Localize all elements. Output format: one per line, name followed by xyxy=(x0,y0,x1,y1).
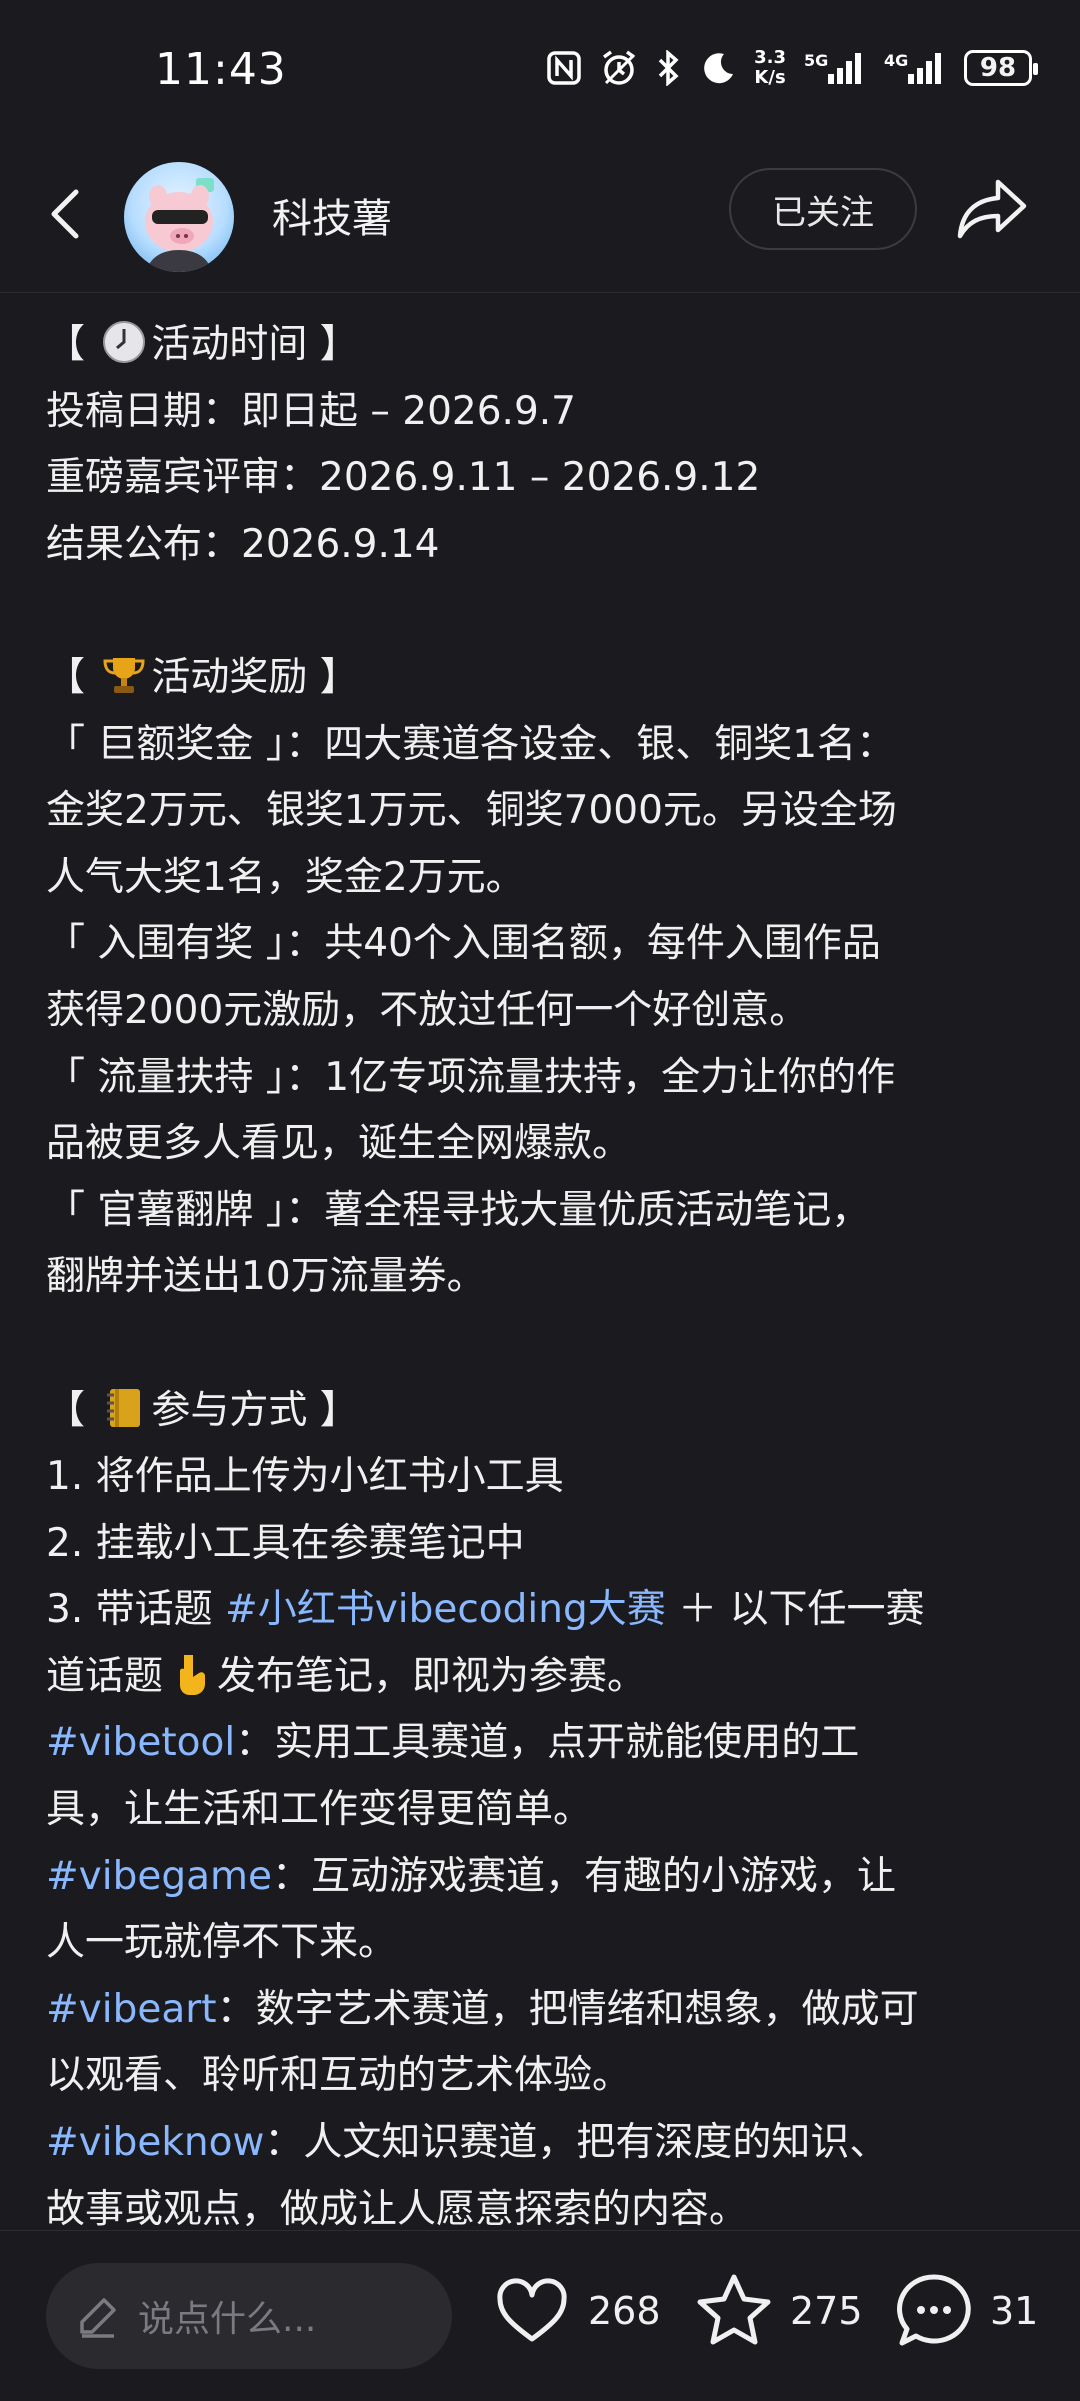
text-line: 金奖2万元、银奖1万元、铜奖7000元。另设全场 xyxy=(46,788,897,834)
pointing-down-icon xyxy=(180,1654,206,1695)
hashtag-link[interactable]: #vibetool xyxy=(46,1720,235,1765)
4g-signal-icon: 4G xyxy=(884,50,946,86)
follow-button[interactable]: 已关注 xyxy=(729,168,917,250)
author-name[interactable]: 科技薯 xyxy=(272,186,392,244)
favorite-count: 275 xyxy=(790,2289,863,2333)
trophy-icon xyxy=(103,657,145,693)
text-line: 重磅嘉宾评审：2026.9.11 – 2026.9.12 xyxy=(46,455,761,501)
track-line: 具，让生活和工作变得更简单。 xyxy=(46,1787,593,1833)
track-desc: ：人文知识赛道，把有深度的知识、 xyxy=(264,2120,889,2166)
bluetooth-icon xyxy=(656,50,682,86)
hashtag-link[interactable]: #vibeart xyxy=(46,1987,217,2032)
like-button[interactable]: 268 xyxy=(492,2271,661,2351)
text-line: 「 入围有奖 」：共40个入围名额，每件入围作品 xyxy=(46,921,881,967)
network-speed-unit: K/s xyxy=(754,67,786,88)
heart-icon xyxy=(497,2278,567,2342)
back-button[interactable] xyxy=(36,182,100,246)
pen-icon xyxy=(80,2298,116,2338)
track-line: #vibeart：数字艺术赛道，把情绪和想象，做成可 xyxy=(46,1977,1036,2044)
5g-label: 5G xyxy=(804,51,828,70)
track-desc: ：互动游戏赛道，有趣的小游戏，让 xyxy=(271,1853,896,1899)
4g-label: 4G xyxy=(884,51,908,70)
track-line: #vibetool：实用工具赛道，点开就能使用的工 xyxy=(46,1710,1036,1777)
network-speed-value: 3.3 xyxy=(754,47,786,68)
text-line: 人气大奖1名，奖金2万元。 xyxy=(46,854,525,900)
step-3-text: 道话题 xyxy=(46,1653,164,1699)
chevron-left-icon xyxy=(51,189,79,239)
note-content: 【 活动时间 】 投稿日期：即日起 – 2026.9.7 重磅嘉宾评审：2026… xyxy=(46,312,1036,2243)
section-heading-rewards: 【 活动奖励 】 xyxy=(46,645,1036,712)
section-heading-join: 【 参与方式 】 xyxy=(46,1378,1036,1445)
comment-button[interactable]: 31 xyxy=(894,2271,1038,2351)
alarm-icon xyxy=(600,49,638,87)
heading-title: 活动时间 】 xyxy=(151,322,359,367)
battery-level: 98 xyxy=(979,53,1017,83)
track-line: 以观看、聆听和互动的艺术体验。 xyxy=(46,2053,632,2099)
star-icon xyxy=(697,2274,771,2345)
hashtag-link[interactable]: #vibegame xyxy=(46,1854,272,1899)
track-desc: ：实用工具赛道，点开就能使用的工 xyxy=(235,1720,860,1766)
step-3: 3. 带话题 #小红书vibecoding大赛 ＋ 以下任一赛 xyxy=(46,1577,1036,1644)
moon-icon xyxy=(700,50,736,86)
bottom-action-bar: 说点什么... 268 275 31 xyxy=(0,2230,1080,2401)
track-line: #vibeknow：人文知识赛道，把有深度的知识、 xyxy=(46,2110,1036,2177)
track-line: #vibegame：互动游戏赛道，有趣的小游戏，让 xyxy=(46,1844,1036,1911)
note-header: 科技薯 已关注 xyxy=(0,150,1080,293)
text-line: 结果公布：2026.9.14 xyxy=(46,521,440,567)
clock-icon xyxy=(103,321,146,363)
like-count: 268 xyxy=(588,2289,661,2333)
nfc-icon xyxy=(546,50,582,86)
comment-input[interactable]: 说点什么... xyxy=(46,2263,452,2369)
comment-bubble-icon xyxy=(897,2274,971,2346)
step-3-prefix: 3. 带话题 xyxy=(46,1587,226,1633)
heading-bracket: 【 xyxy=(46,1387,98,1433)
status-icons: 3.3 K/s 5G 4G 98 xyxy=(546,48,1038,88)
status-time: 11:43 xyxy=(155,44,287,95)
hashtag-link[interactable]: #小红书vibecoding大赛 xyxy=(225,1587,666,1632)
step-3-continued: 道话题 发布笔记，即视为参赛。 xyxy=(46,1644,1036,1711)
heading-bracket: 【 xyxy=(46,322,98,367)
avatar[interactable] xyxy=(124,162,234,272)
notebook-icon xyxy=(107,1388,141,1427)
comment-placeholder: 说点什么... xyxy=(138,2299,317,2340)
step-2: 2. 挂载小工具在参赛笔记中 xyxy=(46,1520,525,1566)
heading-bracket: 【 xyxy=(46,654,98,700)
status-bar: 11:43 3.3 K/s 5G 4G 98 xyxy=(0,0,1080,150)
network-speed: 3.3 K/s xyxy=(754,48,786,88)
text-line: 品被更多人看见，诞生全网爆款。 xyxy=(46,1121,632,1167)
text-line: 获得2000元激励，不放过任何一个好创意。 xyxy=(46,987,809,1033)
heading-title: 活动奖励 】 xyxy=(151,654,359,700)
comment-count: 31 xyxy=(990,2289,1039,2333)
track-desc: ：数字艺术赛道，把情绪和想象，做成可 xyxy=(216,1986,919,2032)
step-3-suffix: ＋ 以下任一赛 xyxy=(665,1587,925,1633)
hashtag-link[interactable]: #vibeknow xyxy=(46,2120,264,2165)
text-line: 「 巨额奖金 」：四大赛道各设金、银、铜奖1名： xyxy=(46,721,896,767)
text-line: 「 流量扶持 」：1亿专项流量扶持，全力让你的作 xyxy=(46,1054,896,1100)
heading-title: 参与方式 】 xyxy=(151,1387,359,1433)
share-button[interactable] xyxy=(956,176,1030,242)
section-heading-time: 【 活动时间 】 xyxy=(46,312,1036,379)
text-line: 「 官薯翻牌 」：薯全程寻找大量优质活动笔记， xyxy=(46,1187,871,1233)
step-3-text: 发布笔记，即视为参赛。 xyxy=(217,1653,647,1699)
share-icon xyxy=(957,179,1027,239)
5g-signal-icon: 5G xyxy=(804,50,866,86)
text-line: 投稿日期：即日起 – 2026.9.7 xyxy=(46,388,576,434)
text-line: 翻牌并送出10万流量券。 xyxy=(46,1254,486,1300)
favorite-button[interactable]: 275 xyxy=(694,2271,863,2351)
step-1: 1. 将作品上传为小红书小工具 xyxy=(46,1454,564,1500)
battery-icon: 98 xyxy=(964,50,1038,86)
track-line: 人一玩就停不下来。 xyxy=(46,1920,398,1966)
